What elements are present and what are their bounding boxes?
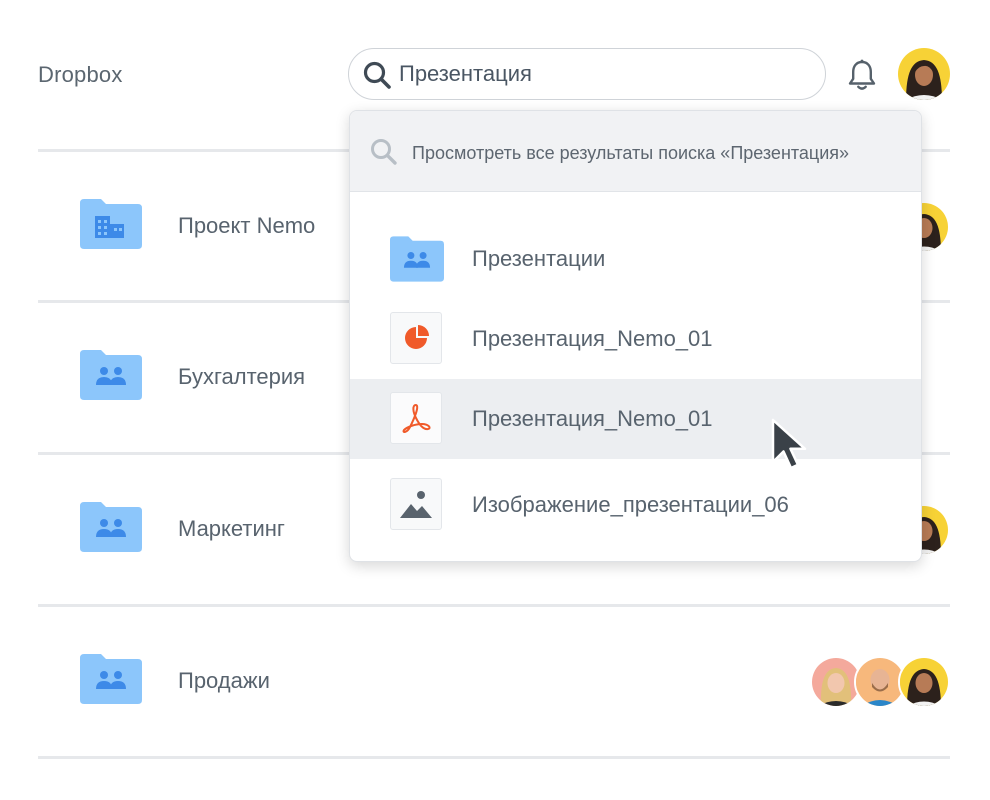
building-folder-icon (80, 199, 142, 254)
bell-icon[interactable] (846, 58, 878, 97)
shared-folder-icon (390, 232, 444, 286)
search-icon (369, 137, 399, 172)
folder-members (810, 656, 950, 708)
result-item[interactable]: Презентация_Nemo_01 (350, 299, 921, 379)
folder-name: Бухгалтерия (178, 364, 306, 389)
image-file-icon (390, 478, 444, 532)
search-dropdown: Просмотреть все результаты поиска «Презе… (349, 110, 922, 562)
pie-chart-file-icon (390, 312, 444, 366)
shared-folder-icon (80, 654, 142, 709)
member-avatar (898, 656, 950, 708)
view-all-results[interactable]: Просмотреть все результаты поиска «Презе… (350, 111, 921, 192)
search-icon (362, 60, 392, 95)
pdf-file-icon (390, 392, 444, 446)
folder-name: Проект Nemo (178, 213, 316, 238)
mouse-cursor-icon (770, 418, 810, 479)
shared-folder-icon (80, 502, 142, 557)
search-bar[interactable] (348, 48, 826, 100)
row-divider (38, 756, 950, 759)
user-avatar[interactable] (898, 48, 950, 100)
view-all-label: Просмотреть все результаты поиска «Презе… (412, 143, 850, 163)
folder-name: Маркетинг (178, 516, 285, 541)
folder-row-sales[interactable]: Продажи (38, 606, 950, 756)
search-input[interactable] (399, 57, 799, 91)
result-item-highlighted[interactable]: Презентация_Nemo_01 (350, 379, 921, 459)
result-item[interactable]: Презентации (350, 219, 921, 299)
result-name: Изображение_презентации_06 (472, 492, 789, 517)
result-name: Презентация_Nemo_01 (472, 406, 713, 431)
shared-folder-icon (80, 350, 142, 405)
dropbox-logo-text[interactable]: Dropbox (38, 62, 123, 88)
result-name: Презентации (472, 246, 606, 271)
result-name: Презентация_Nemo_01 (472, 326, 713, 351)
folder-name: Продажи (178, 668, 270, 693)
result-item[interactable]: Изображение_презентации_06 (350, 465, 921, 545)
